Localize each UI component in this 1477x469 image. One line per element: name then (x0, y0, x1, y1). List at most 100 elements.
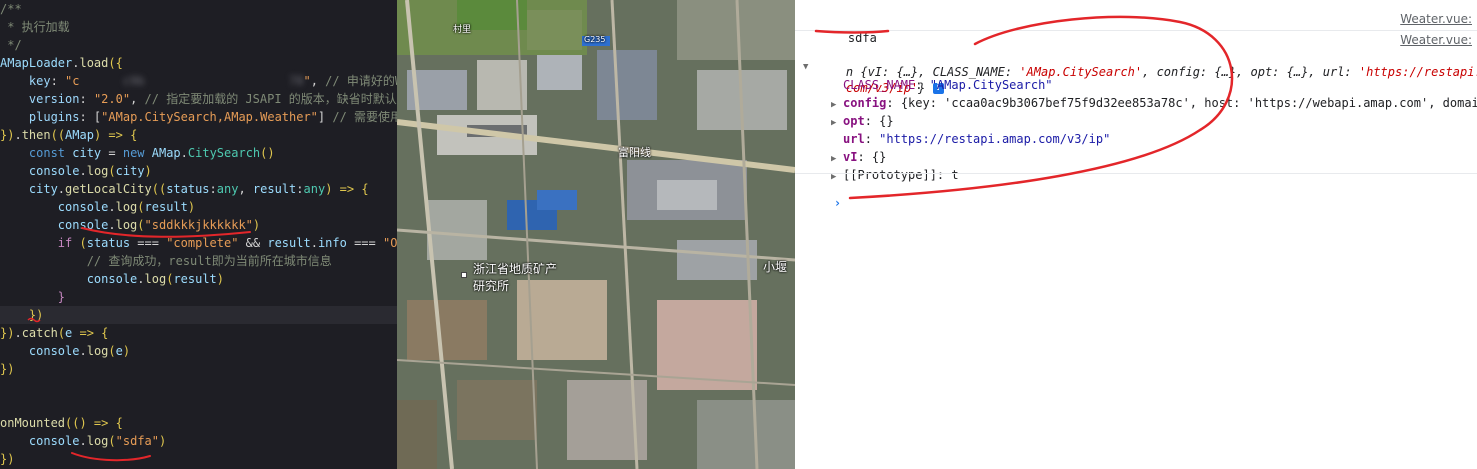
console-log-text: sdfa (847, 31, 877, 45)
expanded-arrow-icon[interactable]: ▼ (803, 58, 815, 76)
code-line[interactable]: }).catch(e => { (0, 324, 108, 342)
satellite-map[interactable]: 村里 G235 富阳线 浙江省地质矿产 研究所 小堰 (397, 0, 795, 469)
code-line[interactable]: console.log("sddkkkjkkkkkk") (0, 216, 260, 234)
code-editor[interactable]: /** * 执行加载 */AMapLoader.load({ key: "c c… (0, 0, 397, 469)
property-colon: : (915, 78, 930, 92)
code-line[interactable]: console.log(e) (0, 342, 130, 360)
code-token: }) (0, 452, 15, 466)
code-token: console (0, 200, 109, 214)
code-token: result (267, 236, 311, 250)
code-token: log (86, 434, 109, 448)
code-line[interactable]: }) (0, 360, 14, 378)
code-line[interactable]: if (status === "complete" && result.info… (0, 234, 397, 252)
code-token: AMap (65, 128, 94, 142)
code-line[interactable]: console.log(result) (0, 270, 224, 288)
object-property-row[interactable]: ▶ vI: {} (831, 148, 886, 166)
code-token: ( (108, 434, 116, 448)
code-token: ) => { (325, 182, 369, 196)
code-line[interactable]: console.log("sdfa") (0, 432, 166, 450)
code-token: if (0, 236, 80, 250)
devtools-console[interactable]: sdfa Weater.vue: Weater.vue: ▼n {vI: {…}… (795, 0, 1477, 469)
code-token: log (86, 164, 109, 178)
code-token: log (115, 218, 138, 232)
code-line[interactable]: */ (0, 36, 21, 54)
property-key: opt (843, 114, 865, 128)
code-token: ( (79, 236, 87, 250)
source-link-1[interactable]: Weater.vue: (1400, 12, 1472, 26)
code-token: . (108, 218, 116, 232)
code-token: load (79, 56, 109, 70)
property-value: "https://restapi.amap.com/v3/ip" (879, 132, 1111, 146)
code-token: // 需要使用 (332, 110, 397, 124)
code-line[interactable]: console.log(city) (0, 162, 152, 180)
code-token: ) (187, 200, 196, 214)
code-token: : (79, 92, 94, 106)
code-token: . (14, 128, 22, 142)
property-key: config (843, 96, 887, 110)
code-line[interactable]: }) (0, 306, 397, 324)
code-line[interactable]: version: "2.0", // 指定要加载的 JSAPI 的版本，缺省时默… (0, 90, 397, 108)
code-token: . (310, 236, 318, 250)
object-property-row[interactable]: ▶ opt: {} (831, 112, 894, 130)
code-token: ) (122, 344, 131, 358)
code-token: new (122, 146, 152, 160)
map-label-road: 富阳线 (618, 146, 651, 159)
code-line[interactable]: } (0, 288, 65, 306)
code-token: AMapLoader (0, 56, 73, 70)
code-token: info (317, 236, 347, 250)
property-value: {} (879, 114, 894, 128)
code-token: console (0, 218, 109, 232)
map-label-village: 村里 (453, 25, 472, 35)
code-line[interactable]: }).then((AMap) => { (0, 126, 137, 144)
property-key: [[Prototype]] (843, 168, 937, 182)
code-line[interactable]: * 执行加载 (0, 18, 70, 36)
property-colon: : (886, 96, 901, 110)
code-token: => { (72, 326, 109, 340)
code-token: AMap (151, 146, 181, 160)
code-token: . (79, 164, 87, 178)
code-token: onMounted (0, 416, 66, 430)
code-token: * 执行加载 (0, 20, 70, 34)
code-token: }) (0, 362, 15, 376)
code-line[interactable]: const city = new AMap.CitySearch() (0, 144, 275, 162)
code-line[interactable]: city.getLocalCity((status:any, result:an… (0, 180, 369, 198)
poi-marker-icon[interactable] (461, 272, 467, 278)
summary-url: 'https://restapi.am (1358, 65, 1477, 79)
console-prompt[interactable]: › (805, 176, 841, 210)
property-value: {} (871, 150, 887, 164)
code-line[interactable]: AMapLoader.load({ (0, 54, 123, 72)
code-token: "AMap.CitySearch,AMap.Weather" (101, 110, 318, 124)
map-imagery (397, 0, 795, 469)
code-token: city (72, 146, 102, 160)
code-line[interactable]: onMounted(() => { (0, 414, 123, 432)
code-token: console (0, 344, 80, 358)
code-token: "O (382, 236, 397, 250)
code-token: } (0, 290, 66, 304)
code-token: result (173, 272, 217, 286)
property-colon: : (864, 132, 880, 146)
code-token: plugins (0, 110, 80, 124)
object-property-row[interactable]: ▶ config: {key: 'ccaa0ac9b3067bef75f9d32e… (831, 94, 1477, 112)
code-token: log (115, 200, 138, 214)
code-token: ( (108, 164, 116, 178)
code-line[interactable]: /** (0, 0, 22, 18)
code-token: () (260, 146, 275, 160)
code-token: === (346, 236, 383, 250)
code-token: e (115, 344, 123, 358)
code-token: : (50, 74, 66, 88)
object-property-row[interactable]: ▶ [[Prototype]]: t (831, 166, 959, 184)
code-token: , (238, 182, 253, 196)
code-token: any (216, 182, 239, 196)
code-token: && (238, 236, 268, 250)
code-line[interactable]: plugins: ["AMap.CitySearch,AMap.Weather"… (0, 108, 397, 126)
code-token: . (14, 326, 22, 340)
code-token: (( (50, 128, 66, 142)
code-line[interactable]: }) (0, 450, 14, 468)
code-token: "sdfa" (115, 434, 159, 448)
map-label-poi-line2: 研究所 (473, 279, 510, 293)
code-token: log (86, 344, 109, 358)
code-line[interactable]: key: "c c9b 78", // 申请好的W (0, 72, 397, 90)
code-line[interactable]: console.log(result) (0, 198, 195, 216)
code-token: result (144, 200, 188, 214)
code-line[interactable]: // 查询成功，result即为当前所在城市信息 (0, 252, 332, 270)
